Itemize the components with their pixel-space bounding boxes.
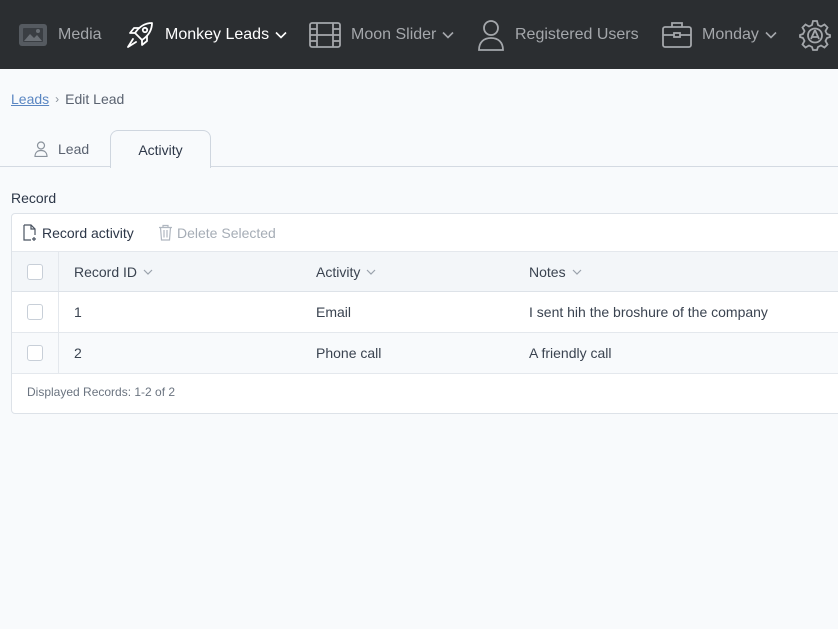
table-row[interactable]: 1 Email I sent hih the broshure of the c… xyxy=(12,292,838,333)
tab-activity-label: Activity xyxy=(138,141,183,158)
nav-settings[interactable] xyxy=(799,0,831,69)
table-row[interactable]: 2 Phone call A friendly call xyxy=(12,333,838,374)
nav-monday-label: Monday xyxy=(702,25,759,43)
records-count: Displayed Records: 1-2 of 2 xyxy=(27,385,176,399)
briefcase-icon xyxy=(662,21,692,49)
activity-cell: Email xyxy=(316,304,352,320)
chevron-down-icon xyxy=(765,31,777,39)
record-id-cell: 2 xyxy=(74,345,82,361)
section-label: Record xyxy=(11,190,57,206)
tab-bar: Lead Activity xyxy=(0,130,838,168)
notes-cell: A friendly call xyxy=(529,345,612,361)
breadcrumb-leads-link[interactable]: Leads xyxy=(11,91,49,107)
nav-registered-users[interactable]: Registered Users xyxy=(477,0,639,69)
table-header: Record ID Activity Notes xyxy=(12,251,838,292)
trash-icon xyxy=(158,224,173,241)
delete-selected-button[interactable]: Delete Selected xyxy=(158,224,276,241)
record-id-cell: 1 xyxy=(74,304,82,320)
notes-cell: I sent hih the broshure of the company xyxy=(529,304,768,320)
top-navigation: Media Monkey Leads Moon Slider Registere… xyxy=(0,0,838,69)
records-panel: Record activity Delete Selected Record I… xyxy=(11,213,838,414)
chevron-down-icon xyxy=(442,31,454,39)
activity-cell: Phone call xyxy=(316,345,382,361)
records-toolbar: Record activity Delete Selected xyxy=(12,214,838,251)
film-icon xyxy=(309,21,341,48)
chevron-down-icon xyxy=(572,269,582,275)
user-icon xyxy=(34,140,48,157)
tab-lead[interactable]: Lead xyxy=(34,130,89,167)
column-header-activity[interactable]: Activity xyxy=(316,252,376,291)
nav-monday[interactable]: Monday xyxy=(662,0,777,69)
tab-activity[interactable]: Activity xyxy=(110,130,211,168)
column-header-record-id[interactable]: Record ID xyxy=(74,252,153,291)
select-all-cell xyxy=(12,252,59,291)
nav-moon-slider[interactable]: Moon Slider xyxy=(309,0,454,69)
user-icon xyxy=(477,19,505,51)
row-checkbox[interactable] xyxy=(27,304,43,320)
chevron-down-icon xyxy=(366,269,376,275)
record-activity-button[interactable]: Record activity xyxy=(22,223,134,242)
chevron-down-icon xyxy=(275,31,287,39)
breadcrumb: Leads › Edit Lead xyxy=(11,91,124,107)
gear-icon xyxy=(799,19,831,51)
nav-registered-users-label: Registered Users xyxy=(515,25,639,43)
column-header-label: Notes xyxy=(529,263,566,280)
column-header-label: Record ID xyxy=(74,263,138,280)
tab-lead-label: Lead xyxy=(58,140,90,157)
select-all-checkbox[interactable] xyxy=(27,263,43,280)
breadcrumb-separator: › xyxy=(55,92,60,106)
nav-media[interactable]: Media xyxy=(18,0,102,69)
chevron-down-icon xyxy=(143,269,153,275)
row-checkbox[interactable] xyxy=(27,345,43,361)
media-icon xyxy=(18,21,48,49)
column-header-label: Activity xyxy=(316,263,361,280)
row-select-cell xyxy=(12,333,59,373)
breadcrumb-current: Edit Lead xyxy=(65,91,125,107)
rocket-icon xyxy=(125,20,155,50)
delete-selected-label: Delete Selected xyxy=(177,224,276,241)
nav-media-label: Media xyxy=(58,25,102,43)
nav-monkey-leads-label: Monkey Leads xyxy=(165,25,270,43)
row-select-cell xyxy=(12,292,59,332)
record-activity-label: Record activity xyxy=(42,224,134,241)
nav-monkey-leads[interactable]: Monkey Leads xyxy=(125,0,287,69)
column-header-notes[interactable]: Notes xyxy=(529,252,582,291)
nav-moon-slider-label: Moon Slider xyxy=(351,25,437,43)
new-document-icon xyxy=(22,223,38,242)
